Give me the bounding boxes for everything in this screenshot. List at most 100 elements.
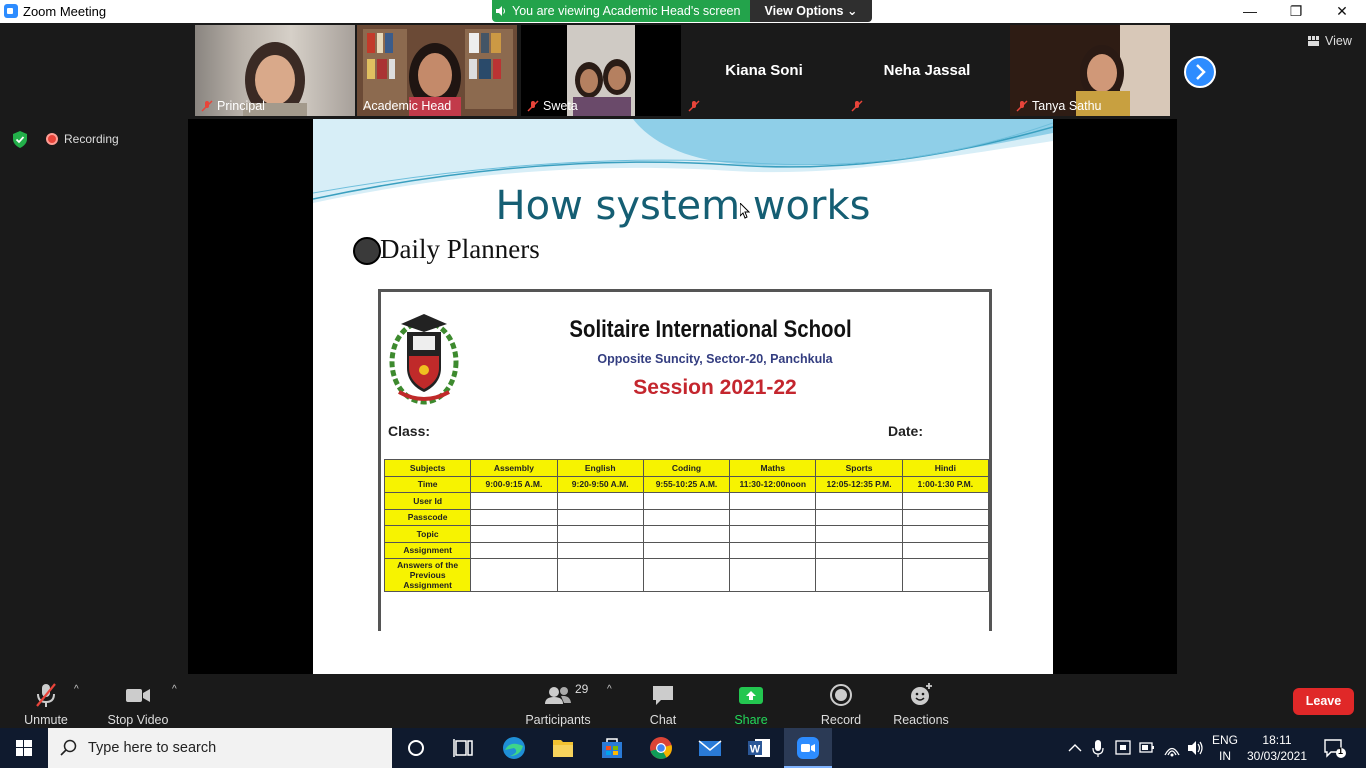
class-label: Class:: [388, 423, 431, 439]
school-name: Solitaire International School: [569, 316, 852, 343]
wifi-icon[interactable]: [1162, 728, 1182, 768]
participant-tile-kiana-soni[interactable]: Kiana Soni: [684, 25, 844, 116]
table-cell: Hindi: [901, 459, 990, 477]
store-bag-icon: [602, 738, 622, 758]
participant-name: Neha Jassal: [883, 62, 971, 79]
chevron-down-icon: ⌄: [846, 4, 858, 18]
chat-button[interactable]: Chat: [644, 682, 682, 727]
record-icon: [830, 684, 852, 706]
minimize-button[interactable]: —: [1227, 0, 1273, 23]
next-page-button[interactable]: [1184, 56, 1216, 88]
viewing-text: You are viewing Academic Head's screen: [512, 4, 741, 18]
taskbar-search-box[interactable]: Type here to search: [48, 728, 392, 768]
chrome-browser-icon: [650, 737, 672, 759]
participants-icon: [545, 687, 571, 704]
viewing-screen-banner: You are viewing Academic Head's screen: [492, 0, 750, 22]
audio-options-caret[interactable]: ^: [74, 684, 79, 695]
table-cell: Maths: [729, 459, 817, 477]
participant-tile-neha-jassal[interactable]: Neha Jassal: [847, 25, 1007, 116]
participant-tile-principal[interactable]: Principal: [195, 25, 355, 116]
word-icon: W: [748, 739, 770, 757]
battery-icon[interactable]: [1138, 728, 1156, 768]
taskbar-mail[interactable]: [686, 728, 734, 768]
mail-icon: [698, 740, 722, 756]
close-button[interactable]: ✕: [1319, 0, 1365, 23]
security-shield-icon[interactable]: [12, 131, 28, 148]
participants-options-caret[interactable]: ^: [607, 684, 612, 695]
table-cell: 1:00-1:30 P.M.: [901, 475, 990, 493]
microphone-tray-icon[interactable]: [1090, 728, 1106, 768]
stop-video-button[interactable]: Stop Video: [106, 682, 170, 727]
taskbar-edge[interactable]: [490, 728, 538, 768]
taskbar-store[interactable]: [588, 728, 636, 768]
taskbar-file-explorer[interactable]: [539, 728, 587, 768]
chat-icon: [653, 686, 673, 705]
video-options-caret[interactable]: ^: [172, 684, 177, 695]
notification-count: 1: [1338, 746, 1344, 756]
zoom-app-icon: [797, 737, 819, 759]
table-cell: Time: [383, 475, 472, 493]
table-cell: Topic: [383, 525, 472, 543]
clock-date: 30/03/2021: [1246, 749, 1308, 763]
task-view-icon: [453, 739, 473, 757]
participant-name: Kiana Soni: [725, 62, 803, 79]
cortana-button[interactable]: [392, 728, 440, 768]
view-button[interactable]: View: [1305, 34, 1352, 48]
task-view-button[interactable]: [440, 728, 488, 768]
stop-video-label: Stop Video: [107, 713, 169, 727]
notification-center-button[interactable]: 1: [1322, 736, 1346, 760]
lang-code: ENG: [1212, 733, 1239, 747]
participant-tile-sweta[interactable]: Sweta: [521, 25, 681, 116]
clock-time: 18:11: [1262, 733, 1292, 747]
presentation-slide: How system works Daily Planners Solitair…: [313, 119, 1053, 674]
unmute-label: Unmute: [24, 713, 68, 727]
volume-icon[interactable]: [1186, 728, 1206, 768]
participants-label: Participants: [525, 713, 591, 727]
table-cell: User Id: [383, 492, 472, 510]
meeting-toolbar: Unmute ^ Stop Video ^ Participants ^ Cha…: [0, 676, 1366, 741]
participant-tile-tanya-sathu[interactable]: Tanya Sathu: [1010, 25, 1170, 116]
participant-name: Academic Head: [363, 99, 452, 113]
participant-name: Tanya Sathu: [1032, 99, 1102, 113]
view-label: View: [1325, 34, 1352, 48]
participant-name: Sweta: [543, 99, 578, 113]
participant-name: Principal: [217, 99, 265, 113]
taskbar-word[interactable]: W: [735, 728, 783, 768]
recording-indicator[interactable]: Recording: [44, 131, 119, 147]
restore-button[interactable]: ❐: [1273, 0, 1319, 23]
mic-muted-icon: [851, 100, 863, 112]
speaker-icon: [496, 6, 505, 16]
mouse-cursor-icon: [740, 203, 750, 219]
windows-taskbar: Type here to search W ENG IN 18:11 30/03…: [0, 728, 1366, 768]
date-label: Date:: [888, 423, 924, 439]
start-button[interactable]: [0, 728, 48, 768]
daily-planner-image: Solitaire International School Opposite …: [378, 289, 992, 631]
unmute-button[interactable]: Unmute: [22, 682, 70, 727]
table-cell: English: [556, 459, 644, 477]
table-row: Subjects Assembly English Coding Maths S…: [383, 459, 990, 477]
edge-browser-icon: [503, 737, 525, 759]
table-row: Assignment: [383, 541, 990, 559]
device-tray-icon[interactable]: [1114, 728, 1132, 768]
chat-label: Chat: [649, 713, 677, 727]
table-cell: 11:30-12:00noon: [729, 475, 817, 493]
view-options-button[interactable]: View Options ⌄: [750, 0, 872, 22]
participant-tile-academic-head[interactable]: Academic Head: [357, 25, 517, 116]
record-button[interactable]: Record: [819, 682, 863, 727]
table-cell: Assembly: [470, 459, 558, 477]
mic-muted-icon: [688, 100, 700, 112]
language-indicator[interactable]: ENG IN: [1212, 732, 1238, 764]
chevron-right-icon: [1196, 64, 1206, 80]
system-clock[interactable]: 18:11 30/03/2021: [1244, 732, 1310, 764]
cortana-icon: [408, 740, 424, 756]
view-options-label: View Options: [764, 4, 844, 18]
table-cell: Coding: [642, 459, 731, 477]
zoom-app-icon: [4, 4, 18, 18]
table-cell: 9:00-9:15 A.M.: [470, 475, 558, 493]
reactions-button[interactable]: Reactions: [893, 682, 949, 727]
taskbar-zoom[interactable]: [784, 728, 832, 768]
table-row: Time 9:00-9:15 A.M. 9:20-9:50 A.M. 9:55-…: [383, 475, 990, 493]
leave-button[interactable]: Leave: [1293, 688, 1354, 715]
chevron-up-icon[interactable]: [1066, 728, 1084, 768]
taskbar-chrome[interactable]: [637, 728, 685, 768]
